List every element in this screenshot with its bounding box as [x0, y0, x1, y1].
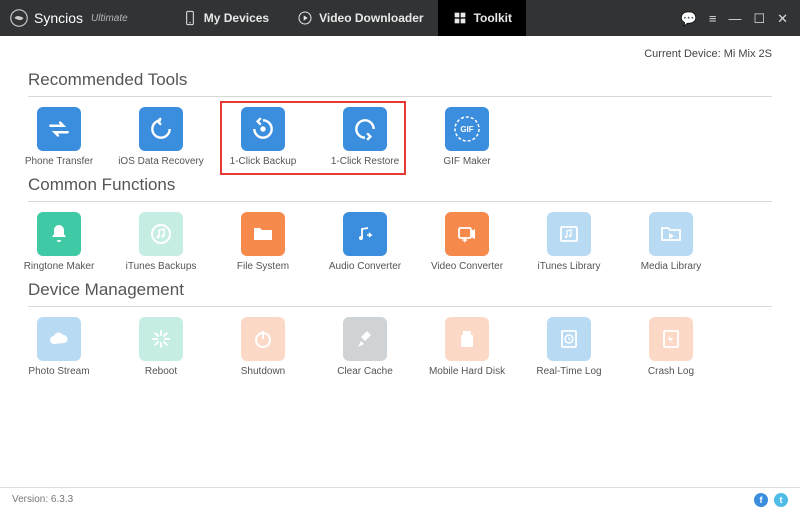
tool-phone-transfer[interactable]: Phone Transfer [28, 107, 90, 167]
tool-audio-converter[interactable]: Audio Converter [334, 212, 396, 272]
usb-disk-icon [455, 327, 479, 351]
broom-icon [353, 327, 377, 351]
audio-convert-icon [353, 222, 377, 246]
tool-itunes-backups[interactable]: iTunes Backups [130, 212, 192, 272]
crash-log-icon [659, 327, 683, 351]
message-icon[interactable]: 💬 [681, 12, 697, 25]
facebook-icon[interactable]: f [754, 493, 768, 507]
music-note-icon [149, 222, 173, 246]
common-row: Ringtone Maker iTunes Backups File Syste… [28, 212, 772, 272]
tab-label: Toolkit [474, 11, 512, 25]
titlebar: Syncios Ultimate My Devices Video Downlo… [0, 0, 800, 36]
twitter-icon[interactable]: t [774, 493, 788, 507]
phone-icon [182, 10, 198, 26]
app-name: Syncios [34, 10, 83, 26]
current-device: Current Device: Mi Mix 2S [28, 44, 772, 62]
version-number: 6.3.3 [51, 494, 73, 505]
tool-mobile-hard-disk[interactable]: Mobile Hard Disk [436, 317, 498, 377]
recovery-icon [148, 116, 174, 142]
section-recommended-title: Recommended Tools [28, 70, 772, 90]
minimize-icon[interactable]: — [728, 12, 741, 25]
tool-itunes-library[interactable]: iTunes Library [538, 212, 600, 272]
highlight-annotation [220, 101, 406, 175]
tab-label: My Devices [204, 11, 269, 25]
divider [28, 96, 772, 97]
maximize-icon[interactable]: ☐ [753, 12, 765, 25]
tab-video-downloader[interactable]: Video Downloader [283, 0, 437, 36]
clock-log-icon [557, 327, 581, 351]
folder-icon [251, 222, 275, 246]
nav-tabs: My Devices Video Downloader Toolkit [168, 0, 526, 36]
content: Current Device: Mi Mix 2S Recommended To… [0, 36, 800, 487]
transfer-icon [46, 116, 72, 142]
reboot-icon [149, 327, 173, 351]
video-convert-icon [455, 222, 479, 246]
svg-text:GIF: GIF [460, 125, 473, 134]
device-row: Photo Stream Reboot Shutdown Clear Cache… [28, 317, 772, 377]
footer: Version: 6.3.3 f t [0, 487, 800, 511]
tab-toolkit[interactable]: Toolkit [438, 0, 526, 36]
tool-reboot[interactable]: Reboot [130, 317, 192, 377]
cloud-icon [47, 327, 71, 351]
divider [28, 306, 772, 307]
gif-icon: GIF [452, 114, 482, 144]
grid-icon [452, 10, 468, 26]
tool-ringtone-maker[interactable]: Ringtone Maker [28, 212, 90, 272]
recommended-row: Phone Transfer iOS Data Recovery 1-Click… [28, 107, 772, 167]
tool-photo-stream[interactable]: Photo Stream [28, 317, 90, 377]
window-controls: 💬 ≡ — ☐ ✕ [681, 12, 800, 25]
tab-label: Video Downloader [319, 11, 423, 25]
power-icon [251, 327, 275, 351]
syncios-logo-icon [10, 9, 28, 27]
tool-clear-cache[interactable]: Clear Cache [334, 317, 396, 377]
tool-gif-maker[interactable]: GIF GIF Maker [436, 107, 498, 167]
close-icon[interactable]: ✕ [777, 12, 788, 25]
bell-icon [47, 222, 71, 246]
tool-crash-log[interactable]: Crash Log [640, 317, 702, 377]
divider [28, 201, 772, 202]
library-icon [557, 222, 581, 246]
tool-realtime-log[interactable]: Real-Time Log [538, 317, 600, 377]
tool-video-converter[interactable]: Video Converter [436, 212, 498, 272]
logo: Syncios Ultimate [0, 9, 138, 27]
tool-ios-recovery[interactable]: iOS Data Recovery [130, 107, 192, 167]
tool-shutdown[interactable]: Shutdown [232, 317, 294, 377]
section-device-title: Device Management [28, 280, 772, 300]
menu-icon[interactable]: ≡ [709, 12, 717, 25]
tool-media-library[interactable]: Media Library [640, 212, 702, 272]
app-edition: Ultimate [91, 13, 128, 24]
social-links: f t [754, 493, 788, 507]
tool-file-system[interactable]: File System [232, 212, 294, 272]
play-circle-icon [297, 10, 313, 26]
section-common-title: Common Functions [28, 175, 772, 195]
media-folder-icon [659, 222, 683, 246]
version-label: Version: [12, 494, 48, 505]
tab-my-devices[interactable]: My Devices [168, 0, 283, 36]
